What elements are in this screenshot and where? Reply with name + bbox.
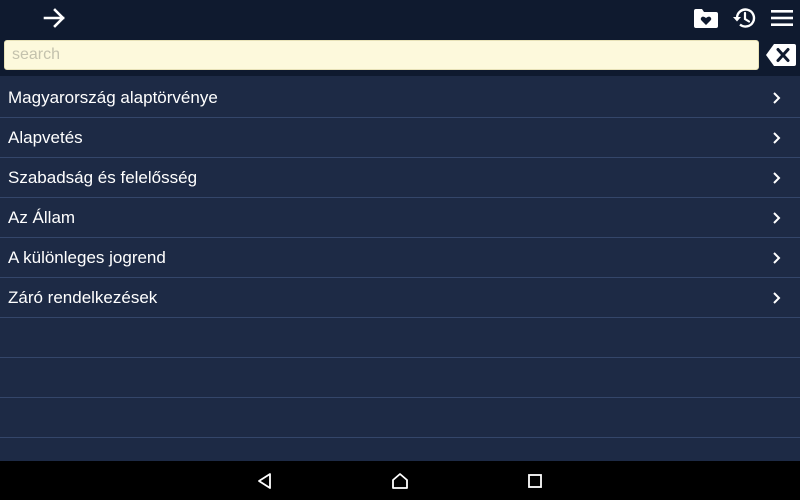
menu-button[interactable] xyxy=(768,4,796,32)
list-item-label: Alapvetés xyxy=(8,127,83,147)
chevron-right-icon xyxy=(773,131,781,144)
clear-search-button[interactable] xyxy=(765,42,797,68)
nav-home-button[interactable] xyxy=(389,470,411,492)
favorites-button[interactable] xyxy=(692,4,720,32)
history-icon xyxy=(733,8,756,28)
menu-icon xyxy=(771,10,793,26)
list-item[interactable]: Záró rendelkezések xyxy=(0,278,800,318)
recents-square-icon xyxy=(528,474,542,488)
list-item[interactable]: Alapvetés xyxy=(0,118,800,158)
app-bar xyxy=(0,0,800,36)
home-icon xyxy=(392,473,408,489)
list-item-label: A különleges jogrend xyxy=(8,247,166,267)
chevron-right-icon xyxy=(773,171,781,184)
nav-back-button[interactable] xyxy=(254,470,276,492)
list-item-label: Záró rendelkezések xyxy=(8,287,158,307)
chevron-right-icon xyxy=(773,91,781,104)
empty-row xyxy=(0,318,800,358)
list-item[interactable]: A különleges jogrend xyxy=(0,238,800,278)
empty-row xyxy=(0,398,800,438)
forward-button[interactable] xyxy=(40,4,70,32)
system-nav-bar xyxy=(0,461,800,500)
list-item-label: Az Állam xyxy=(8,207,76,227)
favorites-folder-icon xyxy=(694,9,718,28)
backspace-clear-icon xyxy=(766,44,796,66)
list-item[interactable]: Szabadság és felelősség xyxy=(0,158,800,198)
list-item-label: Szabadság és felelősség xyxy=(8,167,198,187)
list-item[interactable]: Magyarország alaptörvénye xyxy=(0,78,800,118)
search-bar xyxy=(0,36,800,76)
chevron-right-icon xyxy=(773,291,781,304)
chevron-right-icon xyxy=(773,211,781,224)
nav-recents-button[interactable] xyxy=(524,470,546,492)
history-button[interactable] xyxy=(730,4,758,32)
app-bar-actions xyxy=(692,4,796,32)
search-input[interactable] xyxy=(4,40,759,70)
list-item-label: Magyarország alaptörvénye xyxy=(8,87,218,107)
arrow-right-icon xyxy=(43,8,65,28)
empty-row xyxy=(0,358,800,398)
back-triangle-icon xyxy=(258,473,271,489)
chevron-right-icon xyxy=(773,251,781,264)
list-item[interactable]: Az Állam xyxy=(0,198,800,238)
chapter-list: Magyarország alaptörvénye Alapvetés Szab… xyxy=(0,78,800,438)
